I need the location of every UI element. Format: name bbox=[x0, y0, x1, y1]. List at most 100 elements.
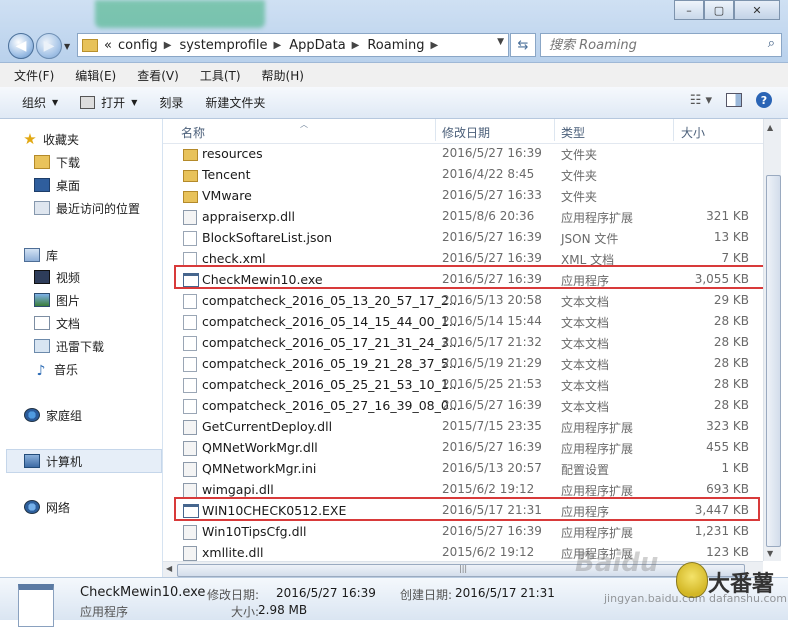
open-button[interactable]: 打开 ▼ bbox=[80, 94, 137, 111]
file-type: 文本文档 bbox=[561, 316, 610, 330]
new-folder-label: 新建文件夹 bbox=[205, 96, 266, 110]
file-row[interactable]: appraiserxp.dll 2015/8/6 20:36 应用程序扩展 321 K… bbox=[163, 206, 763, 227]
file-name: appraiserxp.dll bbox=[202, 209, 295, 224]
chevron-down-icon: ▼ bbox=[131, 98, 138, 107]
column-type[interactable]: 类型 bbox=[561, 124, 585, 141]
forward-button[interactable]: ▶ bbox=[36, 33, 62, 59]
file-row[interactable]: GetCurrentDeploy.dll 2015/7/15 23:35 应用程序扩… bbox=[163, 416, 763, 437]
horizontal-scrollbar[interactable]: ◀ ||| bbox=[163, 561, 763, 578]
burn-button[interactable]: 刻录 bbox=[159, 94, 183, 111]
file-row[interactable]: xmllite.dll 2015/6/2 19:12 应用程序扩展 123 KB bbox=[163, 542, 763, 563]
file-size: 123 KB bbox=[706, 545, 749, 559]
breadcrumb-appdata[interactable]: AppData bbox=[289, 38, 345, 53]
column-date[interactable]: 修改日期 bbox=[442, 124, 490, 141]
column-divider[interactable] bbox=[435, 119, 436, 141]
breadcrumb-chevron-icon[interactable]: ▶ bbox=[164, 40, 172, 51]
file-date: 2016/5/27 16:39 bbox=[442, 440, 542, 454]
organize-button[interactable]: 组织 ▼ bbox=[22, 94, 58, 111]
file-row[interactable]: Tencent 2016/4/22 8:45 文件夹 bbox=[163, 164, 763, 185]
file-row[interactable]: QMNetWorkMgr.dll 2016/5/27 16:39 应用程序扩展 455… bbox=[163, 437, 763, 458]
nav-documents[interactable]: 文档 bbox=[34, 313, 80, 333]
nav-libraries-label: 库 bbox=[46, 248, 59, 263]
menu-help[interactable]: 帮助(H) bbox=[248, 67, 311, 84]
file-date: 2016/5/25 21:53 bbox=[442, 377, 542, 391]
file-row[interactable]: QMNetworkMgr.ini 2016/5/13 20:57 配置设置 1 KB bbox=[163, 458, 763, 479]
maximize-button[interactable]: ▢ bbox=[704, 0, 734, 20]
network-icon bbox=[24, 500, 40, 514]
breadcrumb-config[interactable]: config bbox=[118, 38, 158, 53]
file-row[interactable]: resources 2016/5/27 16:39 文件夹 bbox=[163, 143, 763, 164]
file-date: 2016/5/27 16:39 bbox=[442, 524, 542, 538]
address-overflow[interactable]: « bbox=[104, 38, 112, 53]
details-size-label: 大小: bbox=[231, 605, 260, 619]
column-size[interactable]: 大小 bbox=[681, 124, 705, 141]
recent-pages-dropdown-icon[interactable]: ▼ bbox=[64, 42, 70, 51]
nav-pictures[interactable]: 图片 bbox=[34, 290, 80, 310]
column-divider[interactable] bbox=[673, 119, 674, 141]
new-folder-button[interactable]: 新建文件夹 bbox=[205, 94, 265, 111]
file-row[interactable]: compatcheck_2016_05_13_20_57_17_2... 2016… bbox=[163, 290, 763, 311]
file-date: 2016/5/17 21:32 bbox=[442, 335, 542, 349]
file-size: 321 KB bbox=[706, 209, 749, 223]
file-name: compatcheck_2016_05_13_20_57_17_2... bbox=[202, 293, 461, 308]
nav-homegroup[interactable]: 家庭组 bbox=[24, 405, 82, 425]
nav-computer[interactable]: 计算机 bbox=[24, 451, 82, 471]
file-row[interactable]: compatcheck_2016_05_19_21_28_37_5... 2016… bbox=[163, 353, 763, 374]
search-icon[interactable]: ⌕ bbox=[768, 36, 775, 51]
column-divider[interactable] bbox=[554, 119, 555, 141]
address-dropdown-icon[interactable]: ▼ bbox=[497, 37, 504, 47]
scroll-up-icon[interactable]: ▲ bbox=[767, 123, 773, 132]
json-file-icon bbox=[183, 231, 197, 246]
breadcrumb-systemprofile[interactable]: systemprofile bbox=[179, 38, 267, 53]
nav-libraries[interactable]: 库 bbox=[24, 245, 58, 265]
vertical-scroll-thumb[interactable] bbox=[766, 175, 781, 547]
file-row[interactable]: BlockSoftareList.json 2016/5/27 16:39 JSON… bbox=[163, 227, 763, 248]
file-row[interactable]: compatcheck_2016_05_17_21_31_24_3... 2016… bbox=[163, 332, 763, 353]
menu-edit[interactable]: 编辑(E) bbox=[61, 67, 123, 84]
nav-downloads[interactable]: 下载 bbox=[34, 152, 80, 172]
nav-videos[interactable]: 视频 bbox=[34, 267, 80, 287]
breadcrumb-chevron-icon[interactable]: ▶ bbox=[431, 40, 439, 51]
nav-network[interactable]: 网络 bbox=[24, 497, 70, 517]
nav-homegroup-label: 家庭组 bbox=[46, 408, 83, 423]
file-name: compatcheck_2016_05_19_21_28_37_5... bbox=[202, 356, 461, 371]
scroll-left-icon[interactable]: ◀ bbox=[166, 564, 172, 573]
search-input[interactable] bbox=[547, 36, 761, 54]
nav-favorites[interactable]: ★ 收藏夹 bbox=[22, 129, 79, 149]
nav-recent[interactable]: 最近访问的位置 bbox=[34, 198, 140, 218]
file-row[interactable]: Win10TipsCfg.dll 2016/5/27 16:39 应用程序扩展 1,2… bbox=[163, 521, 763, 542]
file-name: compatcheck_2016_05_17_21_31_24_3... bbox=[202, 335, 461, 350]
file-name: BlockSoftareList.json bbox=[202, 230, 333, 245]
file-name: check.xml bbox=[202, 251, 266, 266]
preview-pane-icon[interactable] bbox=[726, 93, 742, 107]
back-button[interactable]: ◀ bbox=[8, 33, 34, 59]
breadcrumb-chevron-icon[interactable]: ▶ bbox=[352, 40, 360, 51]
ini-file-icon bbox=[183, 462, 197, 477]
refresh-button[interactable]: ⇆ bbox=[510, 33, 536, 57]
menu-tools[interactable]: 工具(T) bbox=[186, 67, 248, 84]
column-name[interactable]: 名称 bbox=[181, 124, 205, 141]
highlight-box-win10check bbox=[174, 497, 760, 521]
address-bar[interactable]: « config ▶ systemprofile ▶ AppData ▶ Roamin… bbox=[77, 33, 509, 57]
txt-file-icon bbox=[183, 315, 197, 330]
nav-thunder-downloads[interactable]: 迅雷下载 bbox=[34, 336, 104, 356]
dll-file-icon bbox=[183, 483, 197, 498]
view-options-icon[interactable]: ☷ ▾ bbox=[690, 93, 712, 108]
close-button[interactable]: ✕ bbox=[734, 0, 780, 20]
minimize-button[interactable]: – bbox=[674, 0, 704, 20]
breadcrumb-chevron-icon[interactable]: ▶ bbox=[274, 40, 282, 51]
search-box[interactable]: ⌕ bbox=[540, 33, 782, 57]
help-icon[interactable]: ? bbox=[756, 92, 772, 108]
vertical-scrollbar[interactable]: ▲ ▼ bbox=[763, 119, 781, 561]
video-icon bbox=[34, 270, 50, 284]
menu-file[interactable]: 文件(F) bbox=[0, 67, 61, 84]
file-row[interactable]: compatcheck_2016_05_27_16_39_08_0... 2016… bbox=[163, 395, 763, 416]
file-row[interactable]: VMware 2016/5/27 16:33 文件夹 bbox=[163, 185, 763, 206]
file-row[interactable]: compatcheck_2016_05_25_21_53_10_1... 2016… bbox=[163, 374, 763, 395]
file-row[interactable]: compatcheck_2016_05_14_15_44_00_1... 2016… bbox=[163, 311, 763, 332]
scroll-down-icon[interactable]: ▼ bbox=[767, 549, 773, 558]
nav-desktop[interactable]: 桌面 bbox=[34, 175, 80, 195]
nav-music[interactable]: ♪ 音乐 bbox=[34, 359, 78, 380]
menu-view[interactable]: 查看(V) bbox=[123, 67, 186, 84]
breadcrumb-roaming[interactable]: Roaming bbox=[367, 38, 424, 53]
